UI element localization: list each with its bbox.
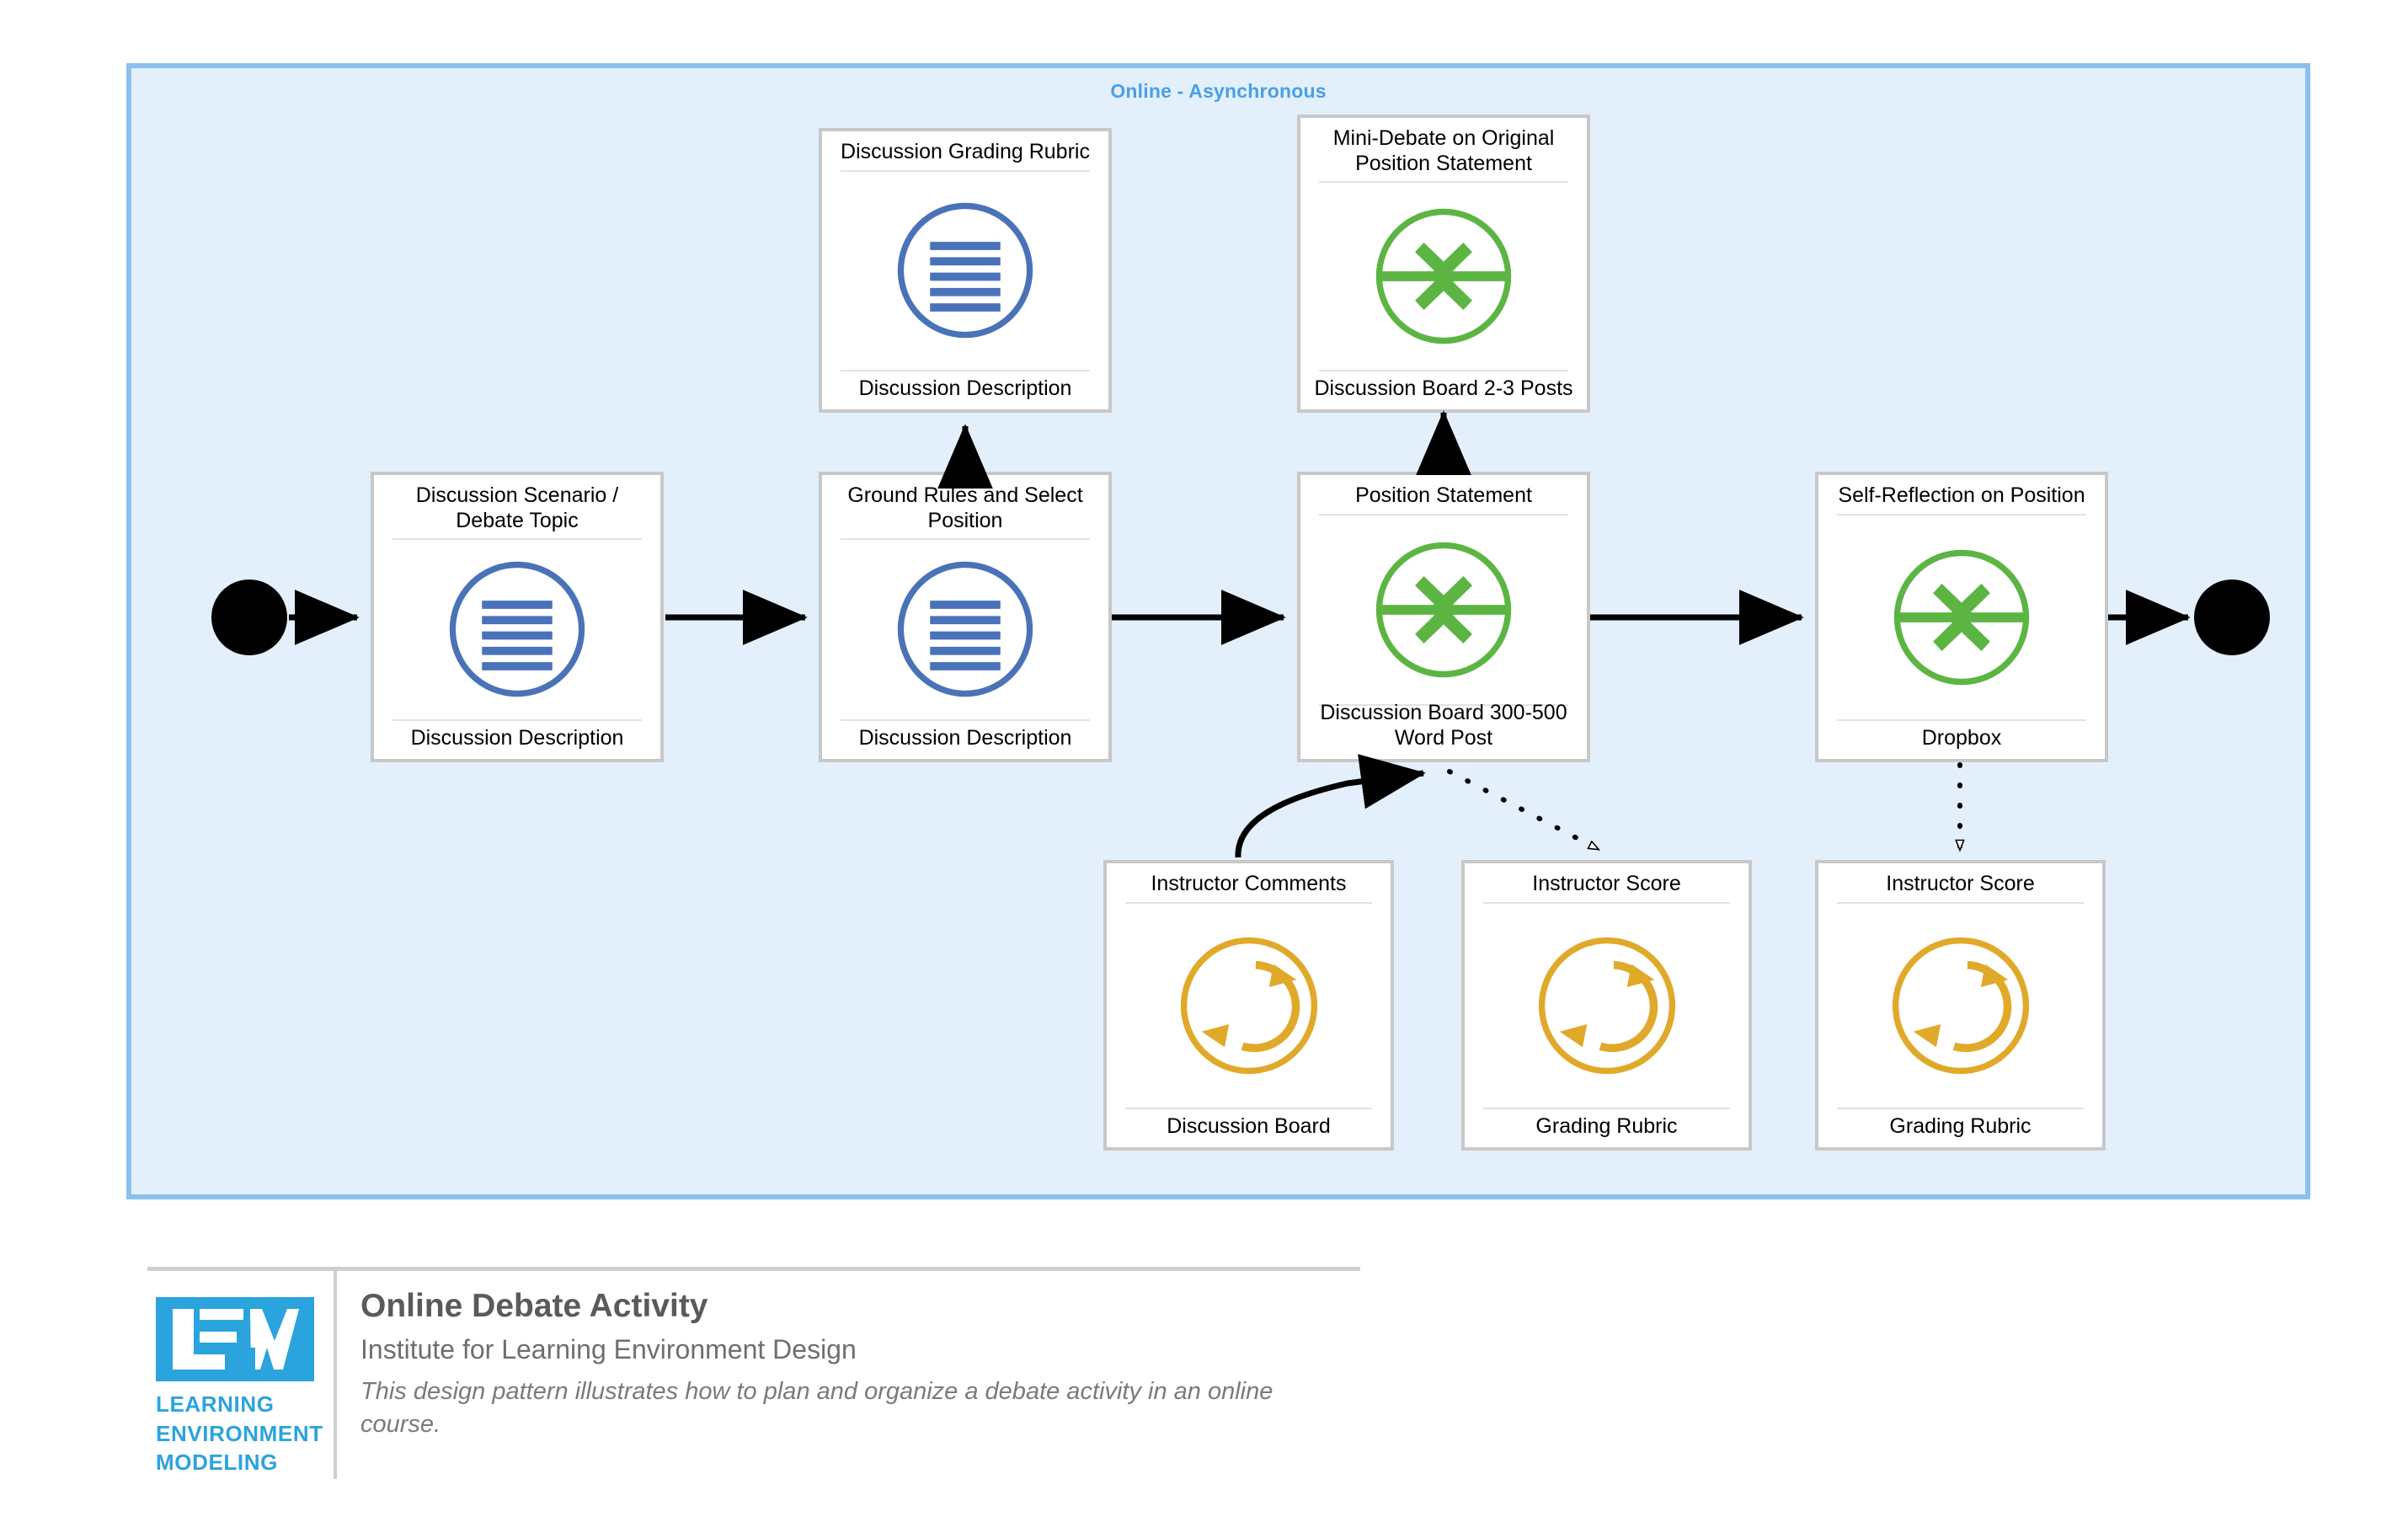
node-instructor-score-post[interactable]: Instructor Score Grading Rubric xyxy=(1461,860,1752,1151)
node-ground-rules[interactable]: Ground Rules and Select Position Discuss… xyxy=(819,472,1112,762)
card-title: Position Statement xyxy=(1355,483,1532,507)
pattern-description: This design pattern illustrates how to p… xyxy=(360,1378,1273,1439)
card-title: Discussion Scenario / Debate Topic xyxy=(415,483,619,532)
pattern-subtitle: Institute for Learning Environment Desig… xyxy=(360,1333,857,1364)
converging-arrows-icon xyxy=(1300,183,1587,370)
node-discussion-grading-rubric[interactable]: Discussion Grading Rubric Discussion Des… xyxy=(819,128,1112,413)
footer-top-rule xyxy=(147,1267,1360,1271)
card-footer: Discussion Board 300-500 Word Post xyxy=(1320,701,1567,750)
card-footer: Grading Rubric xyxy=(1535,1113,1678,1138)
card-footer: Discussion Description xyxy=(410,725,624,750)
node-discussion-scenario[interactable]: Discussion Scenario / Debate Topic Discu… xyxy=(371,472,664,762)
pattern-title: Online Debate Activity xyxy=(360,1288,708,1324)
lem-word-environment: ENVIRONMENT xyxy=(156,1420,323,1446)
card-title: Ground Rules and Select Position xyxy=(847,483,1083,532)
content-lines-icon xyxy=(822,172,1108,370)
card-footer: Discussion Description xyxy=(858,376,1072,400)
node-self-reflection[interactable]: Self-Reflection on Position Dropbox xyxy=(1815,472,2108,762)
lem-word-modeling: MODELING xyxy=(156,1450,278,1476)
node-position-statement[interactable]: Position Statement Discussion Board 300-… xyxy=(1297,472,1590,762)
content-lines-icon xyxy=(822,540,1108,719)
diagram-canvas: Online - Asynchronous Discussion Grading… xyxy=(0,0,2408,1538)
converging-arrows-icon xyxy=(1300,515,1587,705)
lem-logo-mark xyxy=(156,1297,314,1381)
footer: LEARNING ENVIRONMENT MODELING Online Deb… xyxy=(0,1221,2408,1538)
lem-logo: LEARNING ENVIRONMENT MODELING xyxy=(156,1297,323,1503)
card-title: Self-Reflection on Position xyxy=(1838,483,2085,507)
card-title: Mini-Debate on Original Position Stateme… xyxy=(1332,126,1555,175)
card-footer: Discussion Board 2-3 Posts xyxy=(1314,376,1573,400)
lem-word-learning: LEARNING xyxy=(156,1391,275,1417)
card-title: Discussion Grading Rubric xyxy=(841,140,1090,163)
content-lines-icon xyxy=(374,540,660,719)
card-title: Instructor Score xyxy=(1886,872,2035,895)
node-mini-debate[interactable]: Mini-Debate on Original Position Stateme… xyxy=(1297,115,1590,413)
card-footer: Discussion Description xyxy=(858,725,1072,750)
footer-text-block: Online Debate Activity Institute for Lea… xyxy=(360,1287,1455,1441)
card-footer: Dropbox xyxy=(1921,725,2002,750)
footer-vertical-divider xyxy=(334,1268,337,1479)
feedback-loop-icon xyxy=(1107,904,1391,1108)
feedback-loop-icon xyxy=(1465,904,1749,1108)
converging-arrows-icon xyxy=(1818,515,2105,719)
node-instructor-score-reflection[interactable]: Instructor Score Grading Rubric xyxy=(1815,860,2106,1151)
card-title: Instructor Score xyxy=(1532,872,1681,895)
card-footer: Grading Rubric xyxy=(1889,1113,2032,1138)
feedback-loop-icon xyxy=(1818,904,2102,1108)
card-title: Instructor Comments xyxy=(1151,872,1347,895)
environment-label: Online - Asynchronous xyxy=(1110,80,1327,102)
node-instructor-comments[interactable]: Instructor Comments Discussion Board xyxy=(1103,860,1394,1151)
lem-logo-words: LEARNING ENVIRONMENT MODELING xyxy=(156,1390,323,1477)
card-footer: Discussion Board xyxy=(1167,1113,1331,1138)
